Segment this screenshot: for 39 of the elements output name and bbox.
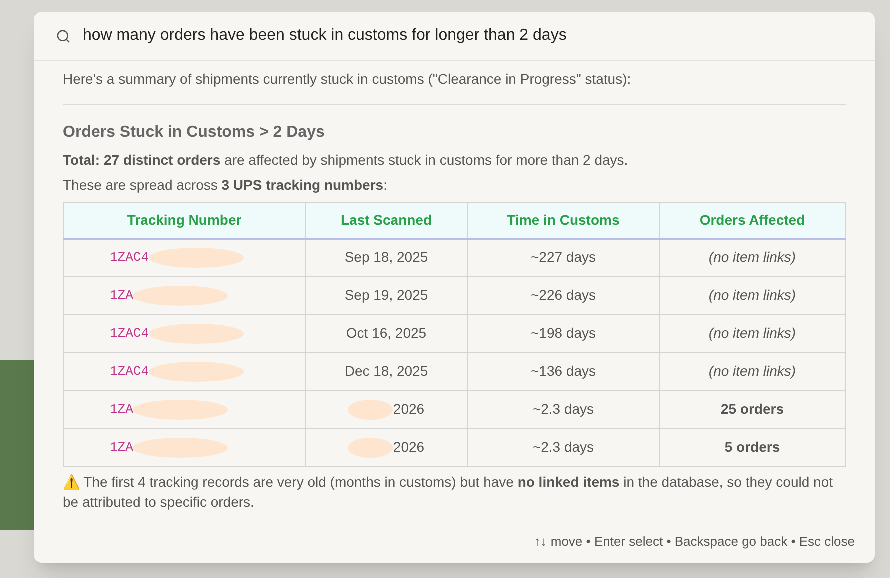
table-cell-text: 2026 [393,438,425,457]
tracking-number: 1ZAC4 [110,362,150,381]
spread-text: These are spread across 3 UPS tracking numbers: [63,176,388,195]
table-cell: ~136 days [531,363,596,379]
table-cell: (no item links) [708,249,796,266]
section-heading: Orders Stuck in Customs > 2 Days [63,123,326,143]
search-field[interactable]: how many orders have been stuck in customs for longer than 2 days [34,12,875,61]
table-cell-text: Dec 18, 2025 [344,362,428,381]
table-cell: 25 orders [720,401,784,417]
keyboard-hint: ↑↓ move • Enter select • Backspace go back • Esc close [534,533,855,552]
column-header: Last Scanned [306,202,468,238]
search-icon [56,28,71,44]
intro-text: Here's a summary of shipments currently stuck in customs ("Clearance in Progress" status): [63,69,846,105]
redaction-mark [348,398,394,420]
tracking-number: 1ZA [110,400,134,419]
table-cell-text: 2026 [393,400,425,419]
table-cell-text: Sep 18, 2025 [344,248,428,268]
table-cell: (no item links) [708,287,796,303]
table-cell: (no item links) [708,363,796,379]
table-cell: ~2.3 days [532,439,594,455]
tracking-number: 1ZAC4 [110,249,150,267]
table-cell: ~2.3 days [532,401,594,417]
redaction-mark [348,436,394,458]
table-cell: ~198 days [531,325,596,341]
tracking-number: 1ZA [110,438,134,457]
note-text: ⚠ The first 4 tracking records are very old (months in customs) but have no linked items in the database, so they could not be attributed to specific orders. [63,473,834,512]
table-cell: ~227 days [531,249,596,266]
table-cell-text: Sep 19, 2025 [344,286,428,305]
table-cell: ~226 days [531,287,596,303]
tracking-number: 1ZAC4 [110,324,150,343]
column-header: Tracking Number [64,202,306,238]
table-cell: 5 orders [724,439,780,455]
summary-text: Total: 27 distinct orders are affected by shipments stuck in customs for more than 2 days. [63,151,630,170]
column-header: Orders Affected [660,202,846,238]
search-input[interactable]: how many orders have been stuck in customs for longer than 2 days [83,24,853,48]
table-cell-text: Oct 16, 2025 [346,324,427,343]
tracking-number: 1ZA [110,286,134,305]
column-header: Time in Customs [468,202,660,238]
table-cell: (no item links) [708,325,796,341]
